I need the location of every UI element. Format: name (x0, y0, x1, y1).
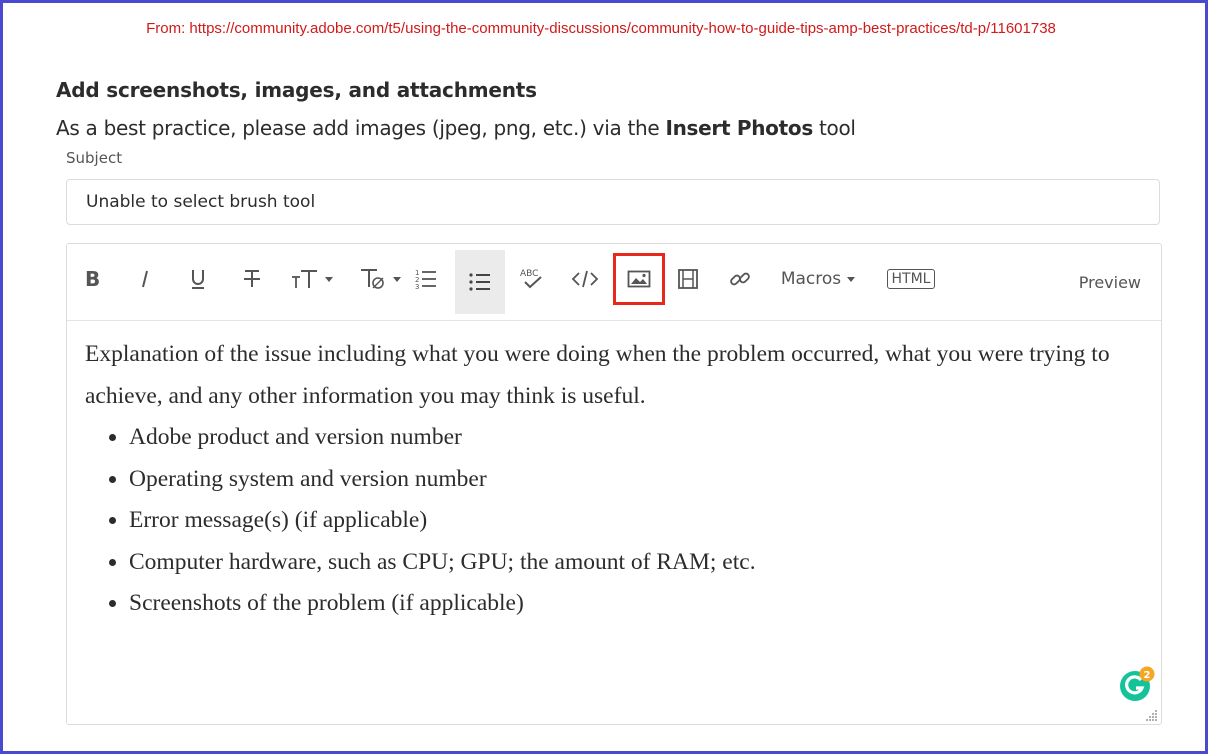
chevron-down-icon (325, 276, 333, 282)
svg-text:3: 3 (415, 283, 419, 291)
bold-button[interactable]: B (79, 244, 105, 314)
text-style-icon (361, 269, 384, 289)
italic-icon (142, 270, 148, 288)
font-size-icon (292, 270, 317, 288)
chevron-down-icon (847, 276, 856, 282)
bulleted-list-icon (469, 273, 490, 291)
strikethrough-button[interactable] (238, 244, 266, 314)
insert-video-button[interactable] (673, 244, 703, 314)
code-icon (571, 270, 599, 288)
chevron-down-icon (393, 276, 401, 282)
macros-dropdown[interactable]: Macros (775, 244, 861, 314)
resize-handle-icon[interactable] (1146, 709, 1158, 721)
editor-toolbar: B 123 ABC Macros HTML Preview (67, 244, 1161, 321)
html-button[interactable]: HTML (881, 244, 941, 314)
best-practice-suffix: tool (812, 116, 856, 140)
numbered-list-button[interactable]: 123 (411, 244, 441, 314)
insert-photos-button[interactable] (613, 253, 665, 305)
link-icon (730, 272, 750, 286)
spellcheck-icon: ABC (520, 269, 542, 289)
subject-input[interactable] (66, 179, 1160, 225)
image-icon (627, 270, 651, 288)
underline-button[interactable] (185, 244, 211, 314)
editor-paragraph: Explanation of the issue including what … (85, 341, 1110, 409)
text-style-button[interactable] (357, 244, 403, 314)
code-button[interactable] (569, 244, 601, 314)
source-url: From: https://community.adobe.com/t5/usi… (146, 20, 1056, 37)
spellcheck-button[interactable]: ABC (517, 244, 547, 314)
insert-photos-emphasis: Insert Photos (665, 116, 813, 140)
bulleted-list-button[interactable] (455, 250, 505, 314)
bold-icon: B (85, 268, 100, 290)
film-icon (678, 269, 698, 289)
best-practice-text: As a best practice, please add images (j… (56, 116, 856, 140)
spellcheck-label: ABC (520, 269, 538, 279)
list-item: Error message(s) (if applicable) (129, 500, 1145, 542)
numbered-list-icon: 123 (415, 269, 436, 291)
html-label: HTML (886, 269, 936, 289)
font-size-button[interactable] (289, 244, 335, 314)
list-item: Computer hardware, such as CPU; GPU; the… (129, 542, 1145, 584)
insert-link-button[interactable] (725, 244, 755, 314)
preview-button[interactable]: Preview (1079, 244, 1141, 320)
list-item: Screenshots of the problem (if applicabl… (129, 583, 1145, 625)
section-heading: Add screenshots, images, and attachments (56, 78, 537, 102)
rich-text-editor: B 123 ABC Macros HTML Preview Explanatio… (66, 243, 1162, 725)
italic-button[interactable] (132, 244, 158, 314)
svg-text:B: B (85, 268, 100, 290)
list-item: Adobe product and version number (129, 417, 1145, 459)
subject-label: Subject (66, 149, 123, 167)
grammarly-badge-count: 2 (1144, 670, 1151, 681)
list-item: Operating system and version number (129, 459, 1145, 501)
grammarly-button[interactable]: 2 (1119, 666, 1155, 702)
editor-bullet-list: Adobe product and version number Operati… (85, 417, 1145, 625)
editor-content[interactable]: Explanation of the issue including what … (85, 334, 1145, 625)
best-practice-prefix: As a best practice, please add images (j… (56, 116, 666, 140)
strikethrough-icon (244, 270, 260, 287)
underline-icon (192, 270, 204, 289)
macros-label: Macros (780, 269, 842, 289)
